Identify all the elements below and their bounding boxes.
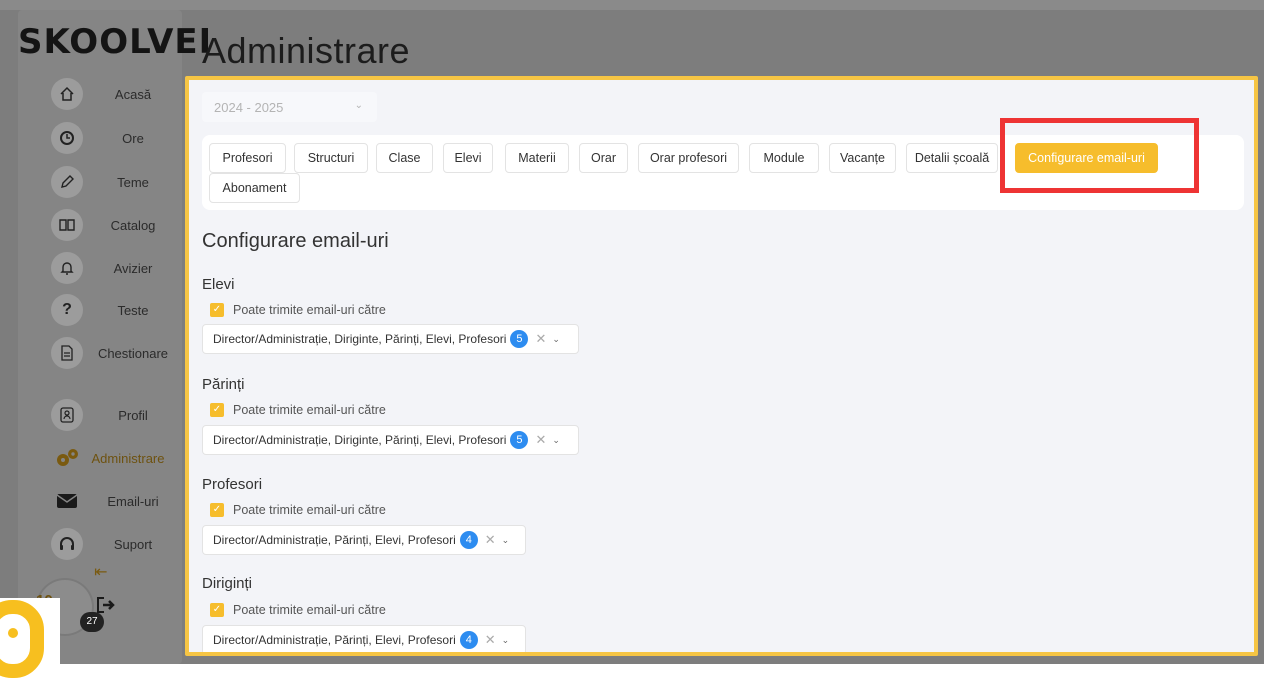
tab-elevi[interactable]: Elevi bbox=[443, 143, 493, 173]
gears-icon bbox=[51, 442, 83, 474]
section-title: Configurare email-uri bbox=[202, 230, 389, 252]
clear-icon[interactable]: ✕ bbox=[485, 532, 496, 548]
sidebar-item-label: Avizier bbox=[113, 260, 153, 276]
school-year-value: 2024 - 2025 bbox=[214, 100, 284, 115]
highlight-callout-box bbox=[1000, 118, 1199, 193]
sidebar-item-label: Ore bbox=[122, 130, 144, 146]
sidebar-item-suport[interactable]: Suport bbox=[18, 524, 182, 564]
checkbox-row-elevi[interactable]: ✓ Poate trimite email-uri către bbox=[210, 302, 386, 318]
checkbox-checked-icon[interactable]: ✓ bbox=[210, 603, 224, 617]
sidebar-item-profil[interactable]: Profil bbox=[18, 395, 182, 435]
selected-count-badge: 5 bbox=[510, 431, 529, 449]
tab-abonament[interactable]: Abonament bbox=[209, 173, 300, 203]
role-title-profesori: Profesori bbox=[202, 476, 263, 493]
selected-count-badge: 4 bbox=[459, 531, 478, 549]
recipients-value: Director/Administrație, Părinți, Elevi, … bbox=[213, 633, 456, 647]
checkbox-checked-icon[interactable]: ✓ bbox=[210, 503, 224, 517]
sidebar-item-label: Teste bbox=[117, 302, 149, 318]
recipients-select-dirigini[interactable]: Director/Administrație, Părinți, Elevi, … bbox=[202, 625, 526, 652]
sidebar-item-label: Acasă bbox=[114, 86, 152, 102]
checkbox-label: Poate trimite email-uri către bbox=[233, 603, 386, 617]
sidebar-item-chestionare[interactable]: Chestionare bbox=[18, 333, 182, 373]
chevron-down-icon[interactable]: ⌄ bbox=[552, 334, 560, 345]
checkbox-row-parinti[interactable]: ✓ Poate trimite email-uri către bbox=[210, 402, 386, 418]
tab-detalii-scoala[interactable]: Detalii școală bbox=[906, 143, 998, 173]
book-icon bbox=[51, 209, 83, 241]
checkbox-label: Poate trimite email-uri către bbox=[233, 403, 386, 417]
sidebar-item-administrare[interactable]: Administrare bbox=[18, 438, 182, 478]
clear-icon[interactable]: ✕ bbox=[535, 432, 546, 448]
checkbox-checked-icon[interactable]: ✓ bbox=[210, 303, 224, 317]
envelope-icon bbox=[51, 485, 83, 517]
sidebar-item-label: Administrare bbox=[91, 450, 165, 466]
sidebar-item-label: Catalog bbox=[110, 217, 156, 233]
sidebar-item-label: Profil bbox=[118, 407, 148, 423]
tab-orar[interactable]: Orar bbox=[579, 143, 628, 173]
recipients-select-parinti[interactable]: Director/Administrație, Diriginte, Părin… bbox=[202, 425, 579, 455]
logo-ring-shape bbox=[0, 600, 44, 678]
tab-vacante[interactable]: Vacanțe bbox=[829, 143, 896, 173]
sidebar-item-email-uri[interactable]: Email-uri bbox=[18, 481, 182, 521]
checkbox-row-dirigini[interactable]: ✓ Poate trimite email-uri către bbox=[210, 602, 386, 618]
checkbox-row-profesori[interactable]: ✓ Poate trimite email-uri către bbox=[210, 502, 386, 518]
chevron-down-icon[interactable]: ⌄ bbox=[502, 535, 510, 546]
tab-module[interactable]: Module bbox=[749, 143, 819, 173]
document-icon bbox=[51, 337, 83, 369]
clear-icon[interactable]: ✕ bbox=[535, 331, 546, 347]
recipients-select-elevi[interactable]: Director/Administrație, Diriginte, Părin… bbox=[202, 324, 579, 354]
checkbox-label: Poate trimite email-uri către bbox=[233, 503, 386, 517]
sidebar-item-teste[interactable]: ? Teste bbox=[18, 290, 182, 330]
recipients-value: Director/Administrație, Diriginte, Părin… bbox=[213, 433, 507, 447]
tab-clase[interactable]: Clase bbox=[376, 143, 433, 173]
bell-icon bbox=[51, 252, 83, 284]
logout-icon[interactable] bbox=[96, 596, 116, 619]
chevron-down-icon[interactable]: ⌄ bbox=[552, 435, 560, 446]
pencil-icon bbox=[51, 166, 83, 198]
role-title-parinti: Părinți bbox=[202, 376, 245, 393]
tab-profesori[interactable]: Profesori bbox=[209, 143, 286, 173]
selected-count-badge: 4 bbox=[459, 631, 478, 649]
school-year-select[interactable]: 2024 - 2025 ⌄ bbox=[202, 92, 377, 122]
sidebar-item-teme[interactable]: Teme bbox=[18, 162, 182, 202]
chevron-down-icon: ⌄ bbox=[354, 100, 363, 111]
sidebar-item-ore[interactable]: Ore bbox=[18, 118, 182, 158]
page-title: Administrare bbox=[202, 30, 411, 71]
tab-orar-profesori[interactable]: Orar profesori bbox=[638, 143, 739, 173]
chevron-down-icon[interactable]: ⌄ bbox=[502, 635, 510, 646]
sidebar-item-catalog[interactable]: Catalog bbox=[18, 205, 182, 245]
recipients-value: Director/Administrație, Diriginte, Părin… bbox=[213, 332, 507, 346]
tab-materii[interactable]: Materii bbox=[505, 143, 569, 173]
sidebar-item-label: Suport bbox=[113, 536, 153, 552]
sidebar-item-label: Teme bbox=[117, 174, 149, 190]
checkbox-label: Poate trimite email-uri către bbox=[233, 303, 386, 317]
top-strip bbox=[0, 0, 1264, 10]
brand-logo-corner bbox=[0, 598, 60, 680]
sidebar-item-avizier[interactable]: Avizier bbox=[18, 248, 182, 288]
role-title-elevi: Elevi bbox=[202, 276, 235, 293]
logo-dot-shape bbox=[8, 628, 18, 638]
collapse-sidebar-icon[interactable]: ⇤ bbox=[94, 562, 107, 582]
role-title-dirigini: Diriginți bbox=[202, 575, 253, 592]
checkbox-checked-icon[interactable]: ✓ bbox=[210, 403, 224, 417]
sidebar-item-label: Chestionare bbox=[97, 345, 169, 361]
clock-icon bbox=[51, 122, 83, 154]
headset-icon bbox=[51, 528, 83, 560]
tab-structuri[interactable]: Structuri bbox=[294, 143, 368, 173]
question-icon: ? bbox=[51, 294, 83, 326]
selected-count-badge: 5 bbox=[510, 330, 529, 348]
profile-icon bbox=[51, 399, 83, 431]
recipients-value: Director/Administrație, Părinți, Elevi, … bbox=[213, 533, 456, 547]
home-icon bbox=[51, 78, 83, 110]
recipients-select-profesori[interactable]: Director/Administrație, Părinți, Elevi, … bbox=[202, 525, 526, 555]
sidebar-item-acasa[interactable]: Acasă bbox=[18, 74, 182, 114]
app-logo[interactable]: SKOOLVERS bbox=[18, 22, 208, 62]
sidebar-item-label: Email-uri bbox=[107, 493, 159, 509]
clear-icon[interactable]: ✕ bbox=[485, 632, 496, 648]
